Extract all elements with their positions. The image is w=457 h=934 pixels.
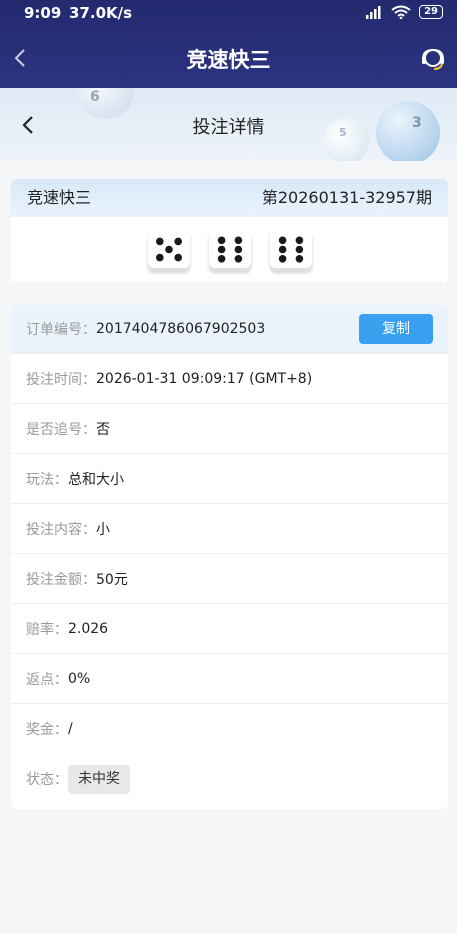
status-label: 状态：	[26, 772, 68, 788]
order-number-row: 订单编号： 2017404786067902503 复制	[11, 305, 448, 354]
wifi-icon	[391, 5, 411, 19]
detail-label: 赔率：	[26, 621, 68, 638]
detail-label: 返点：	[26, 671, 68, 688]
status-network-speed: 37.0K/s	[69, 4, 133, 22]
die-pip	[278, 245, 286, 254]
top-bar: 9:09 37.0K/s 29 竞速快三	[0, 0, 457, 88]
die-pip	[234, 245, 242, 254]
status-time: 9:09	[24, 4, 62, 22]
bet-detail-card: 订单编号： 2017404786067902503 复制 投注时间： 2026-0…	[11, 305, 448, 809]
detail-row: 返点： 0%	[11, 654, 448, 704]
dice-row	[11, 231, 448, 271]
lottery-header: 竞速快三 第20260131-32957期	[11, 179, 448, 217]
order-number-value: 2017404786067902503	[96, 321, 266, 337]
detail-label: 玩法：	[26, 471, 68, 488]
die-pip	[164, 245, 173, 254]
die-face-6	[269, 231, 312, 271]
detail-label: 是否追号：	[26, 421, 96, 438]
lottery-issue: 第20260131-32957期	[261, 188, 432, 207]
die-pip	[278, 236, 286, 245]
detail-row: 玩法： 总和大小	[11, 454, 448, 504]
page-title: 投注详情	[192, 117, 265, 138]
detail-value: /	[68, 721, 73, 737]
die-pip	[217, 255, 225, 263]
detail-value: 小	[96, 521, 110, 538]
die-pip	[173, 253, 182, 262]
detail-row: 赔率： 2.026	[11, 604, 448, 654]
die-pip	[234, 255, 242, 263]
lottery-name: 竞速快三	[27, 188, 92, 207]
app-title: 竞速快三	[186, 48, 271, 72]
die-face-6	[208, 231, 251, 271]
order-number-label: 订单编号：	[26, 322, 96, 338]
detail-row: 是否追号：否	[11, 404, 448, 454]
detail-label: 投注时间：	[26, 371, 96, 388]
die-pip	[217, 236, 225, 245]
detail-value: 0%	[68, 670, 91, 687]
detail-value: 50元	[96, 571, 128, 588]
detail-label: 投注金额：	[26, 571, 96, 588]
customer-service-icon[interactable]	[420, 46, 446, 72]
die-pip	[295, 245, 303, 254]
detail-row: 投注时间： 2026-01-31 09:09:17 (GMT+8)	[11, 354, 448, 404]
ball-number: 6	[90, 89, 100, 105]
die-pip	[155, 253, 164, 262]
detail-value: 2026-01-31 09:09:17 (GMT+8)	[96, 370, 313, 387]
signal-icon	[366, 6, 381, 19]
die-pip	[295, 255, 303, 263]
app-header: 竞速快三	[0, 26, 457, 88]
die-pip	[173, 237, 182, 246]
wave-edge	[11, 281, 448, 285]
detail-value: 否	[96, 421, 110, 438]
battery-indicator: 29	[419, 5, 443, 19]
detail-value: 总和大小	[68, 471, 124, 488]
detail-row: 投注金额： 50元	[11, 554, 448, 604]
status-icons: 29	[365, 5, 443, 19]
detail-row: 奖金： /	[11, 704, 448, 754]
die-face-5	[147, 231, 190, 271]
copy-button[interactable]: 复制	[359, 314, 433, 344]
status-badge: 未中奖	[68, 764, 130, 794]
detail-value: 2.026	[68, 620, 109, 637]
die-pip	[155, 237, 164, 246]
detail-label: 奖金：	[26, 722, 68, 738]
die-pip	[278, 255, 286, 263]
status-bar: 9:09 37.0K/s 29	[0, 0, 457, 26]
detail-row: 投注内容：小	[11, 504, 448, 554]
die-pip	[234, 236, 242, 245]
status-row: 状态： 未中奖	[11, 754, 448, 804]
lottery-result-card: 竞速快三 第20260131-32957期	[11, 179, 448, 285]
die-pip	[295, 236, 303, 245]
detail-label: 投注内容：	[26, 521, 96, 538]
die-pip	[217, 245, 225, 254]
sub-header: 6 5 3 投注详情	[0, 88, 457, 161]
